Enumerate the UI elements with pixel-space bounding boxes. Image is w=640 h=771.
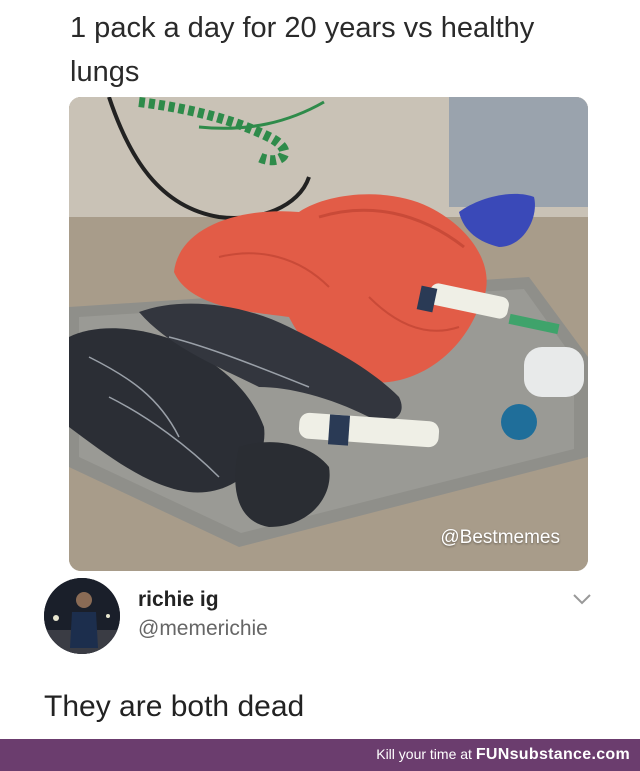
tweet-handle[interactable]: @memerichie bbox=[138, 617, 268, 641]
tweet-header: richie ig @memerichie bbox=[44, 578, 604, 658]
site-footer: Kill your time at FUNsubstance.com bbox=[0, 739, 640, 771]
lungs-photo: @Bestmemes bbox=[69, 97, 588, 571]
footer-prefix: Kill your time at bbox=[376, 746, 476, 762]
chevron-down-icon[interactable] bbox=[572, 592, 592, 606]
avatar-image bbox=[44, 578, 120, 654]
avatar[interactable] bbox=[44, 578, 120, 654]
meme-caption: 1 pack a day for 20 years vs healthy lun… bbox=[70, 12, 535, 88]
footer-brand[interactable]: FUNsubstance.com bbox=[476, 746, 630, 763]
lungs-illustration bbox=[69, 97, 588, 571]
watermark: @Bestmemes bbox=[440, 527, 560, 548]
tweet-display-name[interactable]: richie ig bbox=[138, 588, 219, 612]
tweet-text: They are both dead bbox=[44, 690, 305, 723]
